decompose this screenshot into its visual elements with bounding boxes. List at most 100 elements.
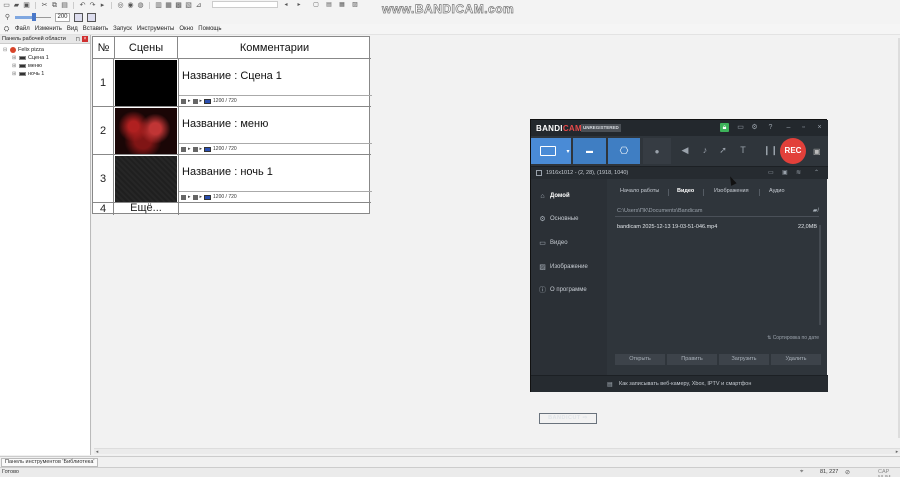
mode-dropdown-icon[interactable]: ▾ — [565, 138, 571, 164]
play-icon[interactable]: ▸ — [99, 2, 106, 9]
sidebar-item-home[interactable]: ⌂ Домой — [539, 190, 569, 202]
tree-item-night-1[interactable]: ⊞ ночь 1 — [3, 70, 87, 78]
cut-icon[interactable]: ✂ — [41, 2, 48, 9]
pin-icon[interactable]: ⊓ — [75, 36, 80, 43]
open-folder-icon[interactable]: ▰ — [13, 2, 20, 9]
menu-view[interactable]: Вид — [67, 26, 78, 32]
bandicam-titlebar[interactable]: BANDICAM UNREGISTERED 🔒︎ ▭ ⚙ ? – ▫ × — [531, 120, 828, 136]
table-row-more[interactable]: 4 Ещё... — [93, 202, 371, 215]
layout-icon[interactable]: ▦ — [165, 2, 172, 9]
horizontal-scrollbar[interactable]: ◂ ▸ — [94, 448, 900, 455]
zoom-slider[interactable] — [15, 12, 51, 21]
webcam-overlay-icon[interactable]: ▭ — [768, 169, 774, 176]
menu-file[interactable]: Файл — [15, 26, 30, 32]
pause-icon[interactable]: ◍ — [137, 2, 144, 9]
frame-tool-icon[interactable]: ▨ — [351, 1, 359, 9]
text-overlay-icon[interactable]: T — [737, 145, 749, 155]
scene-thumbnail[interactable] — [115, 60, 177, 106]
help-icon[interactable]: ? — [766, 123, 775, 132]
slider-thumb[interactable] — [32, 12, 36, 21]
tree-root[interactable]: ⊟ Felix pizza — [3, 46, 87, 54]
folder-icon[interactable]: ▭ — [736, 123, 745, 132]
menu-run[interactable]: Запуск — [113, 26, 132, 32]
lock-icon[interactable]: 🔒︎ — [720, 123, 729, 132]
game-mode-button[interactable]: ⎔ — [608, 138, 640, 164]
copy-icon[interactable]: ⧉ — [51, 2, 58, 9]
frame-tool-icon[interactable]: ▦ — [338, 1, 346, 9]
open-button[interactable]: Открыть — [615, 354, 665, 365]
grid-icon[interactable]: ▩ — [175, 2, 182, 9]
menu-edit[interactable]: Изменить — [35, 26, 62, 32]
save-icon[interactable]: ▣ — [23, 2, 30, 9]
menu-window[interactable]: Окно — [179, 26, 193, 32]
full-view-button[interactable] — [87, 12, 96, 22]
audio-wave-icon[interactable]: ≋ — [796, 169, 801, 176]
table-row[interactable]: 3 Название : ночь 1 ▸ ▸ 1200 / 720 — [93, 155, 372, 203]
sort-by-date[interactable]: ⇅ Сортировка по дате — [767, 335, 819, 341]
rec-button[interactable]: REC — [780, 138, 806, 164]
scroll-left-icon[interactable]: ◂ — [94, 449, 100, 455]
tree-item-menu[interactable]: ⊞ меню — [3, 62, 87, 70]
settings-icon[interactable]: ⚙ — [750, 123, 759, 132]
fit-view-button[interactable] — [74, 12, 83, 22]
expand-icon[interactable]: ⊞ — [12, 55, 17, 61]
edit-button[interactable]: Править — [667, 354, 717, 365]
output-path-bar[interactable]: C:\Users\ПК\Documents\Bandicam ▰/ — [615, 206, 819, 217]
footer-tip-link[interactable]: Как записывать веб-камеру, Xbox, IPTV и … — [619, 381, 751, 387]
maximize-icon[interactable]: ▫ — [799, 123, 808, 132]
scroll-right-icon[interactable]: ▸ — [894, 449, 900, 455]
next-frame-icon[interactable]: ▸ — [295, 1, 303, 9]
tab-audio[interactable]: Аудио — [769, 188, 785, 194]
delete-button[interactable]: Удалить — [771, 354, 821, 365]
list-item[interactable]: bandicam 2025-12-13 19-03-51-046.mp4 22,… — [615, 222, 819, 232]
new-file-icon[interactable]: ▭ — [3, 2, 10, 9]
table-row[interactable]: 1 Название : Сцена 1 ▸ ▸ 1200 / 720 — [93, 59, 372, 107]
bandicut-button[interactable]: BANDICUT ⇨ — [539, 413, 597, 424]
table-row[interactable]: 2 Название : меню ▸ ▸ 1200 / 720 — [93, 107, 372, 155]
paste-icon[interactable]: ▤ — [61, 2, 68, 9]
expand-icon[interactable]: ⊞ — [12, 71, 17, 77]
speaker-icon[interactable]: ◀︎ — [679, 145, 691, 156]
unregistered-badge[interactable]: UNREGISTERED — [581, 124, 621, 132]
record-icon[interactable]: ◎ — [117, 2, 124, 9]
close-icon[interactable]: × — [82, 36, 88, 42]
microphone-icon[interactable]: ♪ — [699, 145, 711, 155]
collapse-icon[interactable]: ⌃ — [814, 169, 819, 176]
menu-help[interactable]: Помощь — [198, 26, 221, 32]
sidebar-item-general[interactable]: ⚙ Основные — [539, 213, 578, 225]
screen-mode-button[interactable] — [531, 138, 565, 164]
frame-scroll-field[interactable] — [212, 1, 278, 8]
open-folder-icon[interactable]: ▰/ — [813, 207, 819, 214]
pause-record-icon[interactable]: ❙❙ — [763, 145, 778, 156]
scene-thumbnail[interactable] — [115, 156, 177, 202]
frame-icon[interactable]: ▧ — [185, 2, 192, 9]
frame-tool-icon[interactable]: ▤ — [325, 1, 333, 9]
library-tab[interactable]: Панель инструментов 'Библиотека' — [1, 458, 99, 467]
minimize-icon[interactable]: – — [784, 123, 793, 132]
more-scenes-link[interactable]: Ещё... — [115, 202, 177, 214]
app-menu-icon[interactable]: ⛭ — [3, 26, 10, 33]
prev-frame-icon[interactable]: ◂ — [282, 1, 290, 9]
picture-icon[interactable]: ▣ — [782, 169, 788, 176]
scene-thumbnail[interactable] — [115, 108, 177, 154]
undo-icon[interactable]: ↶ — [79, 2, 86, 9]
collapse-icon[interactable]: ⊟ — [3, 47, 8, 53]
fullscreen-mode-button[interactable]: ▬ — [573, 138, 606, 164]
tree-item-scene-1[interactable]: ⊞ Сцена 1 — [3, 54, 87, 62]
window-icon[interactable]: ▥ — [155, 2, 162, 9]
cursor-effect-icon[interactable]: ➚ — [717, 145, 729, 156]
frame-tool-icon[interactable]: ▢ — [312, 1, 320, 9]
sidebar-item-video[interactable]: ▭ Видео — [539, 237, 567, 249]
area-checkbox[interactable] — [536, 170, 542, 176]
pointer-icon[interactable]: ⊿ — [195, 2, 202, 9]
tab-video[interactable]: Видео — [677, 188, 694, 194]
zoom-value[interactable]: 200 — [55, 12, 70, 22]
tab-getting-started[interactable]: Начало работы — [620, 188, 659, 194]
redo-icon[interactable]: ↷ — [89, 2, 96, 9]
camera-icon[interactable]: ▣ — [813, 147, 821, 156]
menu-tools[interactable]: Инструменты — [137, 26, 174, 32]
sidebar-item-about[interactable]: ⓘ О программе — [539, 284, 587, 296]
menu-insert[interactable]: Вставить — [83, 26, 108, 32]
stop-icon[interactable]: ◉ — [127, 2, 134, 9]
list-scrollbar[interactable] — [819, 225, 821, 325]
